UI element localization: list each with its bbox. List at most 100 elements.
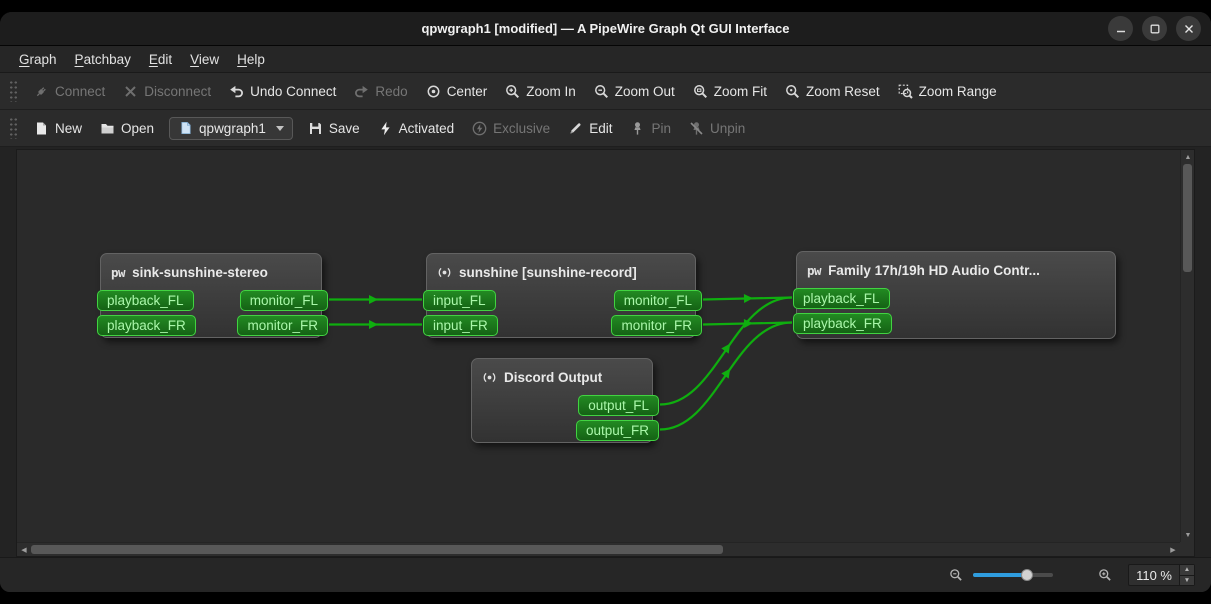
center-button[interactable]: Center [417, 79, 497, 104]
close-button[interactable] [1176, 16, 1201, 41]
connection-arrow-icon [369, 295, 378, 304]
edit-pencil-icon [568, 121, 583, 136]
scroll-up-button[interactable]: ▲ [1181, 150, 1195, 164]
new-file-icon [34, 121, 49, 136]
save-icon [308, 121, 323, 136]
port-output-fr[interactable]: output_FR [576, 420, 659, 441]
titlebar: qpwgraph1 [modified] — A PipeWire Graph … [0, 12, 1211, 46]
disconnect-button[interactable]: Disconnect [114, 79, 220, 104]
zoom-reset-button[interactable]: Zoom Reset [776, 79, 889, 104]
activated-bolt-icon [378, 121, 393, 136]
menubar: Graph Patchbay Edit View Help [0, 46, 1211, 73]
connection-arrow-icon [369, 320, 378, 329]
zoom-value: 110 % [1129, 565, 1179, 585]
port-playback-fl[interactable]: playback_FL [793, 288, 890, 309]
save-button[interactable]: Save [299, 116, 369, 141]
zoom-spin-down-button[interactable]: ▼ [1180, 576, 1194, 586]
port-playback-fr[interactable]: playback_FR [793, 313, 892, 334]
close-icon [1184, 24, 1194, 34]
patchbay-toolbar: New Open qpwgraph1 Save Activated [0, 110, 1211, 147]
exclusive-button[interactable]: Exclusive [463, 116, 559, 141]
redo-icon [354, 84, 369, 99]
maximize-icon [1150, 24, 1160, 34]
port-monitor-fl[interactable]: monitor_FL [614, 290, 702, 311]
horizontal-scrollbar-thumb[interactable] [31, 545, 723, 554]
pipewire-logo-icon: pw [807, 263, 821, 278]
graph-canvas[interactable]: pw sink-sunshine-stereo playback_FL moni… [16, 149, 1195, 557]
node-sink-sunshine-stereo[interactable]: pw sink-sunshine-stereo playback_FL moni… [100, 253, 322, 338]
port-playback-fr[interactable]: playback_FR [97, 315, 196, 336]
app-window: qpwgraph1 [modified] — A PipeWire Graph … [0, 12, 1211, 592]
statusbar: 110 % ▲ ▼ [0, 557, 1211, 592]
connect-button[interactable]: Connect [25, 79, 114, 104]
zoom-slider[interactable] [973, 568, 1053, 582]
port-monitor-fr[interactable]: monitor_FR [237, 315, 328, 336]
connection-arrow-icon [721, 366, 734, 379]
edit-button[interactable]: Edit [559, 116, 621, 141]
node-title: sunshine [sunshine-record] [459, 265, 637, 280]
zoom-spinbox[interactable]: 110 % ▲ ▼ [1128, 564, 1195, 586]
menu-view[interactable]: View [181, 48, 228, 71]
scroll-right-button[interactable]: ▶ [1166, 543, 1180, 557]
statusbar-zoom-out-icon[interactable] [948, 568, 963, 583]
port-input-fl[interactable]: input_FL [423, 290, 496, 311]
scroll-left-button[interactable]: ◀ [17, 543, 31, 557]
redo-button[interactable]: Redo [345, 79, 416, 104]
toolbar-grip[interactable] [9, 117, 18, 139]
connection[interactable] [703, 298, 792, 300]
node-discord-output[interactable]: Discord Output output_FL output_FR [471, 358, 653, 443]
node-title: Family 17h/19h HD Audio Contr... [828, 263, 1040, 278]
connection[interactable] [703, 323, 792, 325]
menu-help[interactable]: Help [228, 48, 274, 71]
patchbay-profile-combo[interactable]: qpwgraph1 [169, 117, 293, 140]
zoom-fit-icon [693, 84, 708, 99]
menu-graph[interactable]: Graph [10, 48, 66, 71]
toolbar-grip[interactable] [9, 80, 18, 102]
node-title: Discord Output [504, 370, 602, 385]
pin-button[interactable]: Pin [621, 116, 680, 141]
record-icon [482, 370, 497, 385]
zoom-slider-handle[interactable] [1021, 569, 1033, 581]
menu-patchbay[interactable]: Patchbay [66, 48, 140, 71]
connection[interactable] [660, 323, 792, 430]
statusbar-zoom-in-icon[interactable] [1097, 568, 1112, 583]
connection-arrow-icon [744, 294, 753, 303]
minimize-button[interactable] [1108, 16, 1133, 41]
port-playback-fl[interactable]: playback_FL [97, 290, 194, 311]
exclusive-bolt-icon [472, 121, 487, 136]
graph-toolbar: Connect Disconnect Undo Connect Redo Cen [0, 73, 1211, 110]
open-button[interactable]: Open [91, 116, 163, 141]
port-monitor-fl[interactable]: monitor_FL [240, 290, 328, 311]
chevron-down-icon [276, 126, 284, 131]
vertical-scrollbar[interactable]: ▲ ▼ [1180, 150, 1194, 542]
horizontal-scrollbar[interactable]: ◀ ▶ [17, 542, 1180, 556]
open-folder-icon [100, 121, 115, 136]
undo-connect-button[interactable]: Undo Connect [220, 79, 345, 104]
zoom-reset-icon [785, 84, 800, 99]
menu-edit[interactable]: Edit [140, 48, 181, 71]
scroll-down-button[interactable]: ▼ [1181, 528, 1195, 542]
undo-icon [229, 84, 244, 99]
window-controls [1108, 16, 1201, 41]
zoom-in-button[interactable]: Zoom In [496, 79, 585, 104]
new-button[interactable]: New [25, 116, 91, 141]
record-icon [437, 265, 452, 280]
unpin-button[interactable]: Unpin [680, 116, 754, 141]
zoom-range-button[interactable]: Zoom Range [889, 79, 1006, 104]
patchbay-profile-value: qpwgraph1 [199, 121, 266, 136]
window-title: qpwgraph1 [modified] — A PipeWire Graph … [421, 21, 789, 36]
node-family-hd-audio[interactable]: pw Family 17h/19h HD Audio Contr... play… [796, 251, 1116, 339]
node-title: sink-sunshine-stereo [132, 265, 268, 280]
zoom-fit-button[interactable]: Zoom Fit [684, 79, 776, 104]
maximize-button[interactable] [1142, 16, 1167, 41]
patchbay-file-icon [178, 121, 193, 136]
zoom-spin-up-button[interactable]: ▲ [1180, 565, 1194, 576]
port-output-fl[interactable]: output_FL [578, 395, 659, 416]
port-monitor-fr[interactable]: monitor_FR [611, 315, 702, 336]
vertical-scrollbar-thumb[interactable] [1183, 164, 1192, 272]
zoom-out-button[interactable]: Zoom Out [585, 79, 684, 104]
disconnect-icon [123, 84, 138, 99]
port-input-fr[interactable]: input_FR [423, 315, 498, 336]
node-sunshine[interactable]: sunshine [sunshine-record] input_FL moni… [426, 253, 696, 338]
activated-button[interactable]: Activated [369, 116, 464, 141]
